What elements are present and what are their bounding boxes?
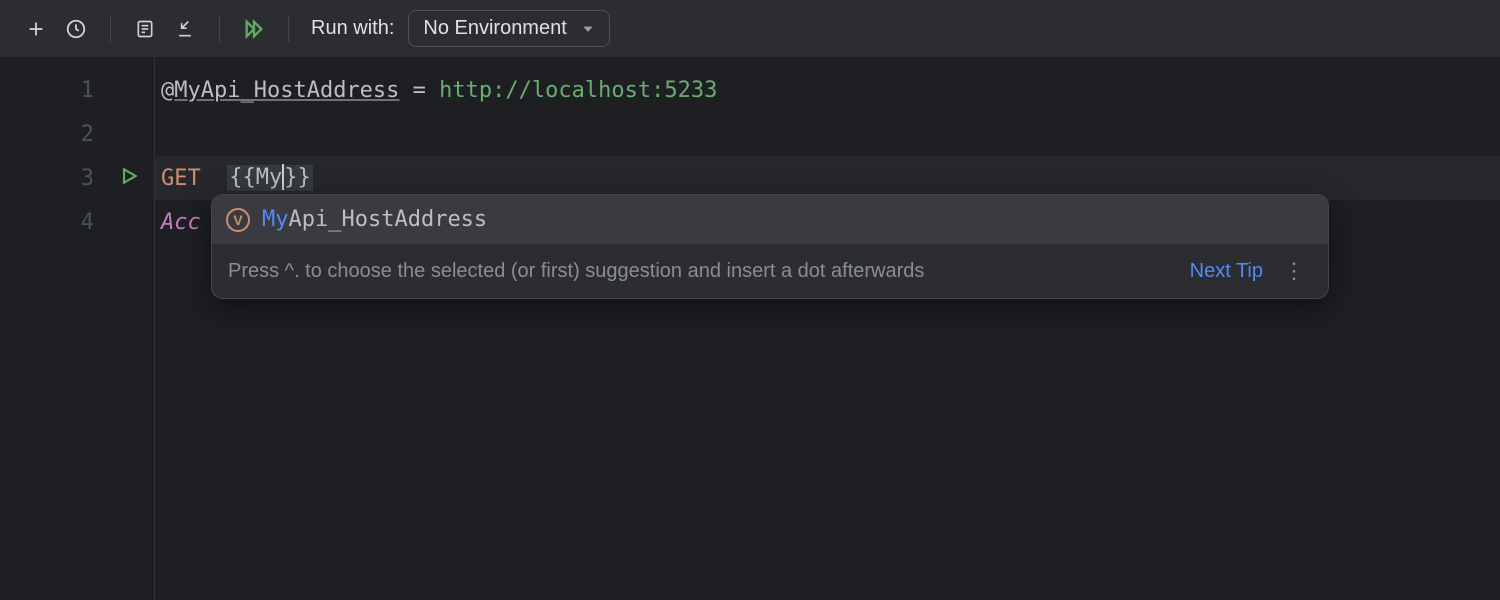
code-line: [155, 112, 1500, 156]
variable-token: MyApi_HostAddress: [174, 78, 399, 103]
history-icon[interactable]: [58, 11, 94, 47]
autocomplete-hint: Press ^. to choose the selected (or firs…: [212, 244, 1328, 298]
variable-badge-icon: V: [226, 208, 250, 232]
header-token: Acc: [161, 210, 201, 235]
gutter-row: 3: [0, 156, 154, 200]
autocomplete-popup: V MyApi_HostAddress Press ^. to choose t…: [211, 194, 1329, 299]
structure-icon[interactable]: [127, 11, 163, 47]
text-cursor: [282, 164, 284, 190]
more-icon[interactable]: ⋮: [1277, 258, 1312, 284]
url-token: http://localhost:5233: [439, 78, 717, 103]
method-token: GET: [161, 166, 201, 191]
template-token: {{My}}: [227, 165, 313, 191]
code-area[interactable]: @MyApi_HostAddress = http://localhost:52…: [155, 58, 1500, 600]
line-number: 4: [81, 210, 94, 235]
code-line: @MyApi_HostAddress = http://localhost:52…: [155, 68, 1500, 112]
suggestion-text: MyApi_HostAddress: [262, 207, 487, 232]
hint-text: Press ^. to choose the selected (or firs…: [228, 260, 1176, 283]
run-all-icon[interactable]: [236, 11, 272, 47]
toolbar: Run with: No Environment: [0, 0, 1500, 58]
line-number: 1: [81, 78, 94, 103]
equals-token: =: [399, 78, 439, 103]
at-token: @: [161, 78, 174, 103]
toolbar-separator: [219, 16, 220, 42]
add-icon[interactable]: [18, 11, 54, 47]
environment-select[interactable]: No Environment: [408, 10, 609, 47]
chevron-down-icon: [581, 22, 595, 36]
editor: 1 2 3 4 @MyApi_HostAddress = http://loca…: [0, 58, 1500, 600]
gutter: 1 2 3 4: [0, 58, 155, 600]
autocomplete-item[interactable]: V MyApi_HostAddress: [212, 195, 1328, 244]
line-number: 2: [81, 122, 94, 147]
environment-value: No Environment: [423, 17, 566, 40]
import-icon[interactable]: [167, 11, 203, 47]
toolbar-separator: [288, 16, 289, 42]
gutter-row: 1: [0, 68, 154, 112]
toolbar-separator: [110, 16, 111, 42]
gutter-row: 4: [0, 200, 154, 244]
gutter-row: 2: [0, 112, 154, 156]
next-tip-link[interactable]: Next Tip: [1190, 260, 1263, 283]
line-number: 3: [81, 166, 94, 191]
run-line-icon[interactable]: [119, 166, 139, 190]
run-with-label: Run with:: [311, 17, 394, 40]
